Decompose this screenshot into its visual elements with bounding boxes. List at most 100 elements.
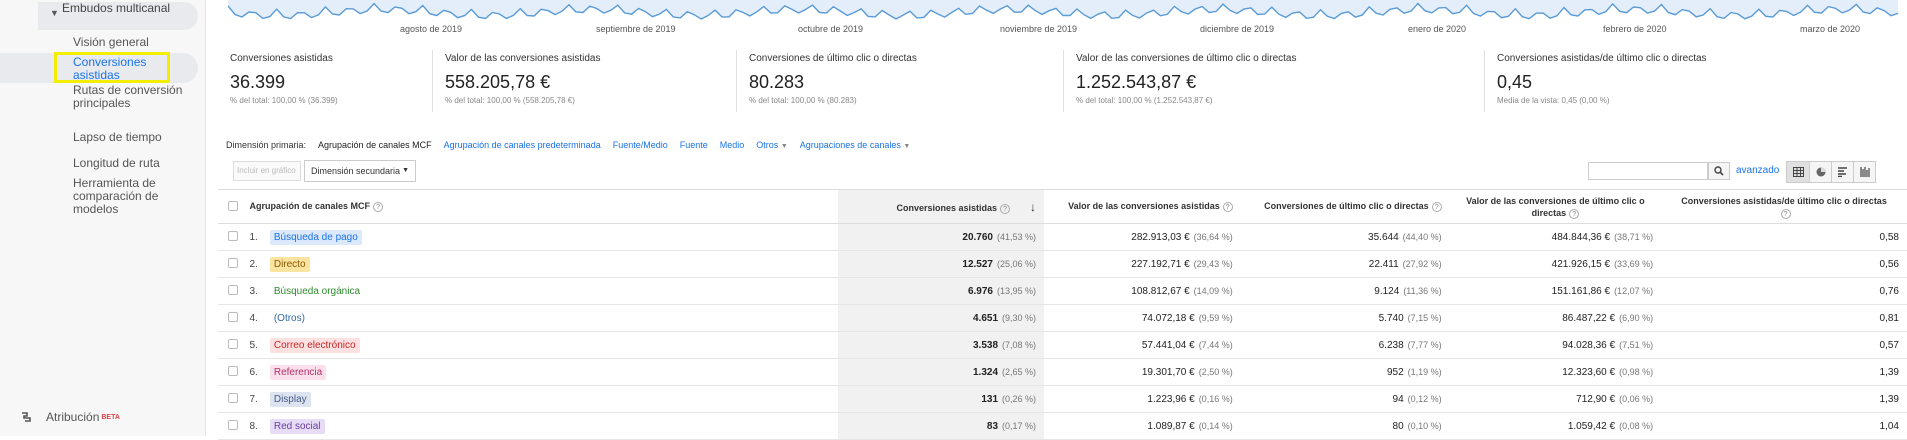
- channel-link[interactable]: Display: [269, 391, 311, 407]
- last-click-value-pct: (33,69 %): [1614, 258, 1654, 269]
- help-icon[interactable]: ?: [1000, 203, 1011, 214]
- help-icon[interactable]: ?: [1569, 208, 1580, 219]
- channel-link[interactable]: Búsqueda de pago: [269, 229, 362, 245]
- trend-chart: [228, 0, 1898, 20]
- nav-item-overview[interactable]: Visión general: [73, 36, 183, 49]
- last-click-conversions: 5.740: [1378, 312, 1404, 324]
- channel-link[interactable]: Búsqueda orgánica: [269, 283, 365, 299]
- help-icon[interactable]: ?: [1780, 208, 1791, 219]
- last-click-conversions: 80: [1392, 420, 1404, 432]
- row-index: 1.: [249, 231, 258, 243]
- table-row[interactable]: 7. Display 131 (0,26 %) 1.223,96 € (0,16 %) 94…: [218, 385, 1907, 413]
- month-label: febrero de 2020: [1603, 24, 1667, 34]
- nav-item-time-lag[interactable]: Lapso de tiempo: [73, 131, 183, 144]
- dimension-dropdown-other[interactable]: Otros ▼: [756, 140, 787, 150]
- nav-item-path-length[interactable]: Longitud de ruta: [73, 157, 183, 170]
- channel-link[interactable]: Correo electrónico: [269, 337, 360, 353]
- table-row[interactable]: 5. Correo electrónico 3.538 (7,08 %) 57.441,…: [218, 331, 1907, 359]
- metric-subtext: % del total: 100,00 % (558.205,78 €): [445, 96, 575, 105]
- table-row[interactable]: 2. Directo 12.527 (25,06 %) 227.192,71 € (29,…: [218, 250, 1907, 278]
- header-ratio[interactable]: Conversiones asistidas/de último clic o …: [1661, 189, 1907, 224]
- metric-assisted-conversions[interactable]: Conversiones asistidas 36.399 % del tota…: [218, 50, 392, 112]
- dimension-link-source-medium[interactable]: Fuente/Medio: [613, 140, 668, 150]
- dimension-active: Agrupación de canales MCF: [318, 140, 432, 150]
- table-row[interactable]: 8. Red social 83 (0,17 %) 1.089,87 € (0,14 %)…: [218, 412, 1907, 440]
- help-icon[interactable]: ?: [1431, 202, 1442, 212]
- assisted-value: 74.072,18 €: [1141, 312, 1195, 324]
- metric-value: 36.399: [230, 72, 286, 92]
- last-click-value-pct: (6,90 %): [1619, 312, 1654, 323]
- advanced-filter-link[interactable]: avanzado: [1736, 165, 1779, 176]
- month-label: agosto de 2019: [400, 24, 463, 34]
- last-click-value: 12.323,60 €: [1562, 366, 1616, 378]
- row-checkbox[interactable]: [227, 230, 238, 241]
- help-icon[interactable]: ?: [1222, 202, 1233, 212]
- metric-assisted-value[interactable]: Valor de las conversiones asistidas 558.…: [432, 50, 732, 112]
- metric-last-click-conversions[interactable]: Conversiones de último clic o directas 8…: [736, 50, 1062, 112]
- table-view-button[interactable]: [1787, 162, 1809, 182]
- dimension-link-source[interactable]: Fuente: [680, 140, 708, 150]
- row-index: 8.: [249, 420, 258, 432]
- metric-subtext: Media de la vista: 0,45 (0,00 %): [1497, 96, 1610, 105]
- metric-last-click-value[interactable]: Valor de las conversiones de último clic…: [1063, 50, 1481, 112]
- row-checkbox[interactable]: [227, 284, 238, 295]
- channel-link[interactable]: (Otros): [269, 310, 309, 326]
- header-last-click-value[interactable]: Valor de las conversiones de último clic…: [1449, 189, 1662, 224]
- channel-link[interactable]: Directo: [269, 256, 310, 272]
- table-row[interactable]: 6. Referencia 1.324 (2,65 %) 19.301,70 € (2,5…: [218, 358, 1907, 386]
- bar-list-icon: [1837, 167, 1847, 177]
- view-switcher: [1786, 161, 1876, 183]
- header-channel-grouping[interactable]: Agrupación de canales MCF?: [247, 189, 838, 224]
- nav-item-top-conversion-paths[interactable]: Rutas de conversión principales: [73, 84, 183, 110]
- assisted-value: 57.441,04 €: [1141, 339, 1195, 351]
- row-checkbox[interactable]: [227, 365, 238, 376]
- primary-dimension-label: Dimensión primaria:: [226, 140, 307, 150]
- assisted-conversions-value: 3.538: [972, 339, 999, 351]
- metric-ratio[interactable]: Conversiones asistidas/de último clic o …: [1484, 50, 1804, 112]
- assisted-conversions-value: 1.324: [972, 366, 999, 378]
- primary-dimension-bar: Dimensión primaria: Agrupación de canale…: [226, 140, 910, 150]
- header-assisted-conversions[interactable]: Conversiones asistidas? ↓: [837, 189, 1045, 224]
- last-click-value: 484.844,36 €: [1551, 231, 1611, 243]
- metric-value: 558.205,78 €: [445, 72, 551, 92]
- header-label: Valor de las conversiones asistidas: [1068, 201, 1220, 211]
- last-click-value: 151.161,86 €: [1551, 285, 1611, 297]
- sort-down-icon[interactable]: ↓: [1030, 200, 1036, 214]
- channel-link[interactable]: Red social: [269, 418, 325, 434]
- secondary-dimension-dropdown[interactable]: Dimensión secundaria ▼: [304, 160, 416, 182]
- metric-subtext: % del total: 100,00 % (80.283): [749, 96, 857, 105]
- table-row[interactable]: 1. Búsqueda de pago 20.760 (41,53 %) 282.913…: [218, 223, 1907, 251]
- search-button[interactable]: [1708, 162, 1730, 180]
- header-assisted-value[interactable]: Valor de las conversiones asistidas?: [1044, 189, 1241, 224]
- nav-section-label[interactable]: Embudos multicanal: [62, 2, 172, 15]
- pie-view-button[interactable]: [1809, 162, 1831, 182]
- comparison-view-button[interactable]: [1853, 162, 1875, 182]
- nav-item-model-comparison[interactable]: Herramienta de comparación de modelos: [73, 177, 183, 216]
- assisted-value-pct: (0,14 %): [1198, 420, 1233, 431]
- last-click-value-pct: (0,08 %): [1619, 420, 1654, 431]
- dimension-dropdown-channel-groupings[interactable]: Agrupaciones de canales ▼: [800, 140, 911, 150]
- row-checkbox[interactable]: [227, 392, 238, 403]
- last-click-value: 86.487,22 €: [1562, 312, 1616, 324]
- channel-link[interactable]: Referencia: [269, 364, 327, 380]
- assisted-value-pct: (0,16 %): [1198, 393, 1233, 404]
- row-checkbox[interactable]: [227, 257, 238, 268]
- last-click-value-pct: (12,07 %): [1614, 285, 1654, 296]
- select-all-checkbox[interactable]: [227, 200, 238, 211]
- row-checkbox[interactable]: [227, 311, 238, 322]
- table-row[interactable]: 3. Búsqueda orgánica 6.976 (13,95 %) 108.812…: [218, 277, 1907, 305]
- header-last-click[interactable]: Conversiones de último clic o directas?: [1240, 189, 1450, 224]
- row-checkbox[interactable]: [227, 419, 238, 430]
- nav-item-attribution[interactable]: Atribución BETA: [20, 410, 120, 424]
- dimension-link-medium[interactable]: Medio: [720, 140, 745, 150]
- table-row[interactable]: 4. (Otros) 4.651 (9,30 %) 74.072,18 € (9,59 %…: [218, 304, 1907, 332]
- table-search-input[interactable]: [1588, 162, 1708, 180]
- caret-down-icon: ▼: [903, 143, 911, 150]
- caret-down-icon[interactable]: ▼: [50, 8, 59, 18]
- help-icon[interactable]: ?: [373, 202, 384, 212]
- row-checkbox[interactable]: [227, 338, 238, 349]
- last-click-value: 712,90 €: [1576, 393, 1616, 405]
- dimension-link-default-grouping[interactable]: Agrupación de canales predeterminada: [444, 140, 601, 150]
- plot-rows-button[interactable]: Incluir en gráfico: [233, 161, 301, 181]
- bar-view-button[interactable]: [1831, 162, 1853, 182]
